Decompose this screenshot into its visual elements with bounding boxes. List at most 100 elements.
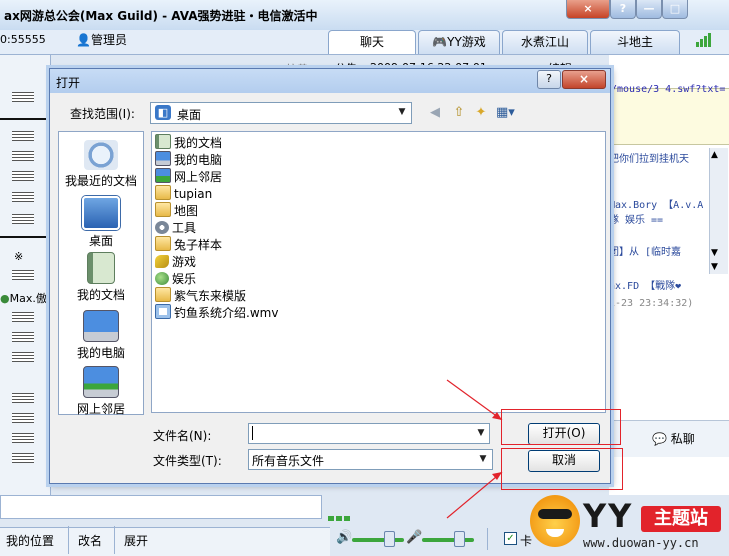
my-location-button[interactable]: 我的位置 [6, 532, 54, 549]
dialog-title-bar[interactable] [50, 69, 610, 93]
chat-timestamp: 1-23 23:34:32) [609, 298, 694, 309]
checkbox-label: 卡 [520, 534, 533, 548]
app-help-button[interactable]: ? [610, 0, 636, 19]
desktop-icon: ◧ [155, 105, 171, 120]
network-icon [155, 168, 171, 183]
speaker-volume-slider[interactable] [352, 538, 404, 542]
list-item [12, 433, 34, 443]
back-icon[interactable]: ◀ [426, 104, 444, 122]
file-list[interactable]: 我的文档 我的电脑 网上邻居 tupian 地图 工具 兔子样本 游戏 娱乐 紫… [151, 131, 606, 413]
group-symbol: ※ [14, 250, 24, 263]
user-status-icon: ● [0, 292, 10, 305]
mascot-mouth [546, 529, 564, 537]
place-label: 我最近的文档 [64, 174, 137, 188]
list-item[interactable]: 我的文档 [155, 134, 222, 151]
file-name: 钓鱼系统介绍.wmv [174, 306, 279, 320]
place-label: 网上邻居 [76, 402, 125, 416]
file-name: 紫气东来模版 [174, 289, 247, 303]
scroll-up-icon[interactable]: ▲ [711, 150, 718, 160]
input-box[interactable] [0, 495, 322, 519]
app-close-button[interactable]: × [566, 0, 610, 19]
file-name: 兔子样本 [174, 238, 223, 252]
chat-bubble-icon: 💬 [652, 432, 667, 446]
list-item[interactable]: 兔子样本 [155, 236, 222, 253]
tab-doudizhu[interactable]: 斗地主 [590, 30, 680, 54]
video-file-icon [155, 304, 171, 319]
mascot-logo [530, 495, 580, 547]
folder-icon [155, 185, 171, 200]
place-network[interactable]: 网上邻居 [59, 366, 143, 417]
scroll-down-icon[interactable]: ▼ [711, 248, 718, 258]
place-my-documents[interactable]: 我的文档 [59, 252, 143, 303]
my-computer-icon [155, 151, 171, 166]
scroll-bottom-icon[interactable]: ▼ [711, 262, 718, 272]
logo-url: www.duowan-yy.cn [583, 536, 699, 550]
tab-chat[interactable]: 聊天 [328, 30, 416, 54]
network-icon [83, 366, 119, 398]
tab-shuizhu[interactable]: 水煮江山 [502, 30, 588, 54]
role-badge: 👤管理员 [76, 31, 127, 48]
filename-label: 文件名(N): [153, 429, 212, 443]
list-item [12, 171, 34, 181]
file-name: 工具 [172, 221, 197, 235]
arrow-line [446, 379, 503, 421]
list-item [12, 270, 34, 280]
place-label: 我的文档 [76, 288, 125, 302]
divider [0, 118, 48, 120]
list-item [12, 214, 34, 224]
look-in-select[interactable]: ◧ 桌面 ▼ [150, 102, 412, 124]
microphone-icon[interactable]: 🎤 [406, 530, 422, 545]
file-name: 网上邻居 [174, 170, 223, 184]
new-folder-icon[interactable]: ✦ [472, 104, 490, 122]
dialog-help-button[interactable]: ? [537, 70, 561, 89]
list-item [12, 453, 34, 463]
list-item[interactable]: 网上邻居 [155, 168, 222, 185]
place-desktop[interactable]: 桌面 [59, 196, 143, 249]
tab-shuizhu-label: 水煮江山 [520, 35, 569, 49]
speaker-icon[interactable]: 🔊 [336, 530, 352, 545]
left-user-name: ●Max.傲 [0, 290, 47, 306]
list-item [12, 92, 34, 102]
my-documents-icon [155, 134, 171, 149]
rename-button[interactable]: 改名 [78, 532, 102, 549]
gamepad-icon: 🎮 [432, 35, 448, 49]
signal-icon [684, 33, 716, 47]
app-minimize-button[interactable]: — [636, 0, 662, 19]
up-folder-icon[interactable]: ⇧ [450, 104, 468, 122]
mic-volume-slider[interactable] [422, 538, 474, 542]
view-menu-icon[interactable]: ▦▾ [496, 104, 515, 122]
list-item [12, 131, 34, 141]
folder-icon [155, 202, 171, 217]
list-item[interactable]: 娱乐 [155, 270, 196, 287]
look-in-value: 桌面 [177, 108, 202, 122]
divider [114, 526, 115, 554]
expand-button[interactable]: 展开 [124, 532, 148, 549]
list-item[interactable]: 工具 [155, 219, 196, 236]
tab-yy-game[interactable]: 🎮YY游戏 [418, 30, 500, 54]
globe-folder-icon [155, 272, 169, 285]
places-bar: 我最近的文档 桌面 我的文档 我的电脑 网上邻居 [58, 131, 144, 417]
speaker-volume-thumb[interactable] [384, 531, 395, 547]
volume-meter [328, 516, 352, 521]
logo-text: YY [583, 497, 634, 535]
list-item[interactable]: 钓鱼系统介绍.wmv [155, 304, 278, 321]
place-recent[interactable]: 我最近的文档 [59, 140, 143, 189]
list-item[interactable]: 游戏 [155, 253, 196, 270]
list-item[interactable]: 我的电脑 [155, 151, 222, 168]
private-chat-button[interactable]: 💬 私聊 [652, 430, 695, 447]
app-maximize-button[interactable]: □ [662, 0, 688, 19]
list-item[interactable]: tupian [155, 185, 212, 202]
mascot-glasses [538, 509, 572, 519]
list-item[interactable]: 地图 [155, 202, 198, 219]
list-item[interactable]: 紫气东来模版 [155, 287, 246, 304]
left-user-name-label: Max.傲 [9, 292, 47, 305]
place-my-computer[interactable]: 我的电脑 [59, 310, 143, 361]
chat-url[interactable]: /mouse/3 4.swf?txt= [611, 84, 725, 95]
file-name: 娱乐 [172, 272, 197, 286]
desktop-icon [82, 196, 120, 230]
dialog-close-button[interactable]: × [562, 70, 606, 89]
folder-icon [155, 287, 171, 302]
my-documents-icon [87, 252, 115, 284]
list-item [12, 413, 34, 423]
private-chat-label: 私聊 [670, 432, 695, 446]
